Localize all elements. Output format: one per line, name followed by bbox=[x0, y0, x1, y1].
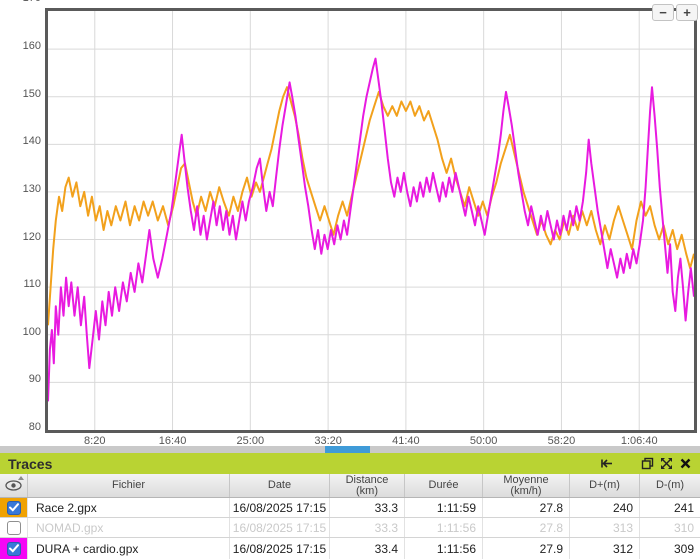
y-axis-label: 170 bbox=[0, 0, 41, 4]
scrollbar-thumb[interactable] bbox=[325, 446, 370, 453]
dminus-cell: 309 bbox=[640, 538, 700, 559]
table-row[interactable]: DURA + cardio.gpx 16/08/2025 17:15 33.4 … bbox=[0, 538, 700, 559]
distance-cell: 33.4 bbox=[330, 538, 405, 559]
duration-cell: 1:11:56 bbox=[405, 538, 483, 559]
distance-cell: 33.3 bbox=[330, 518, 405, 537]
checkmark-icon bbox=[9, 544, 19, 553]
file-name-cell: Race 2.gpx bbox=[28, 498, 230, 517]
zoom-out-button[interactable]: − bbox=[652, 4, 674, 21]
column-header-file[interactable]: Fichier bbox=[28, 474, 230, 497]
trace-visibility-checkbox[interactable] bbox=[7, 501, 21, 515]
expand-icon[interactable] bbox=[660, 457, 673, 470]
distance-cell: 33.3 bbox=[330, 498, 405, 517]
sort-indicator-icon bbox=[18, 476, 24, 480]
y-axis-label: 90 bbox=[0, 373, 41, 385]
average-cell: 27.8 bbox=[483, 498, 570, 517]
traces-table: Fichier Date Distance(km) Durée Moyenne(… bbox=[0, 474, 700, 559]
y-axis-label: 80 bbox=[0, 421, 41, 433]
table-row[interactable]: Race 2.gpx 16/08/2025 17:15 33.3 1:11:59… bbox=[0, 498, 700, 518]
date-cell: 16/08/2025 17:15 bbox=[230, 538, 330, 559]
panel-controls bbox=[594, 457, 692, 470]
plot-area[interactable] bbox=[45, 8, 697, 433]
zoom-in-button[interactable]: + bbox=[676, 4, 698, 21]
y-axis-label: 120 bbox=[0, 231, 41, 243]
dminus-cell: 310 bbox=[640, 518, 700, 537]
column-header-dplus[interactable]: D+(m) bbox=[570, 474, 640, 497]
restore-window-icon[interactable] bbox=[641, 457, 654, 470]
trace-chart bbox=[48, 11, 694, 430]
date-cell: 16/08/2025 17:15 bbox=[230, 518, 330, 537]
dplus-cell: 313 bbox=[570, 518, 640, 537]
column-header-date[interactable]: Date bbox=[230, 474, 330, 497]
y-axis-label: 110 bbox=[0, 278, 41, 290]
chart-horizontal-scrollbar[interactable] bbox=[0, 446, 700, 453]
file-name-cell: NOMAD.gpx bbox=[28, 518, 230, 537]
checkmark-icon bbox=[9, 503, 19, 512]
y-axis-label: 150 bbox=[0, 88, 41, 100]
dplus-cell: 240 bbox=[570, 498, 640, 517]
column-header-distance[interactable]: Distance(km) bbox=[330, 474, 405, 497]
trace-line-dura-cardio-gpx bbox=[48, 59, 694, 402]
chart-panel: − + 17016015014013012011010090808:2016:4… bbox=[0, 0, 700, 446]
duration-cell: 1:11:56 bbox=[405, 518, 483, 537]
visibility-column-header[interactable] bbox=[0, 474, 28, 497]
trace-visibility-checkbox[interactable] bbox=[7, 521, 21, 535]
trace-visibility-checkbox[interactable] bbox=[7, 542, 21, 556]
dminus-cell: 241 bbox=[640, 498, 700, 517]
file-name-cell: DURA + cardio.gpx bbox=[28, 538, 230, 559]
y-axis-label: 160 bbox=[0, 40, 41, 52]
close-icon[interactable] bbox=[679, 457, 692, 470]
trace-color-cell bbox=[0, 538, 28, 559]
column-header-dminus[interactable]: D-(m) bbox=[640, 474, 700, 497]
average-cell: 27.8 bbox=[483, 518, 570, 537]
trace-color-cell bbox=[0, 518, 28, 537]
y-axis-label: 100 bbox=[0, 326, 41, 338]
panel-title: Traces bbox=[8, 456, 52, 472]
eye-icon bbox=[5, 480, 22, 491]
traces-panel-header: Traces bbox=[0, 453, 700, 474]
table-row[interactable]: NOMAD.gpx 16/08/2025 17:15 33.3 1:11:56 … bbox=[0, 518, 700, 538]
duration-cell: 1:11:59 bbox=[405, 498, 483, 517]
column-header-average[interactable]: Moyenne(km/h) bbox=[483, 474, 570, 497]
dplus-cell: 312 bbox=[570, 538, 640, 559]
collapse-left-icon[interactable] bbox=[600, 457, 613, 470]
average-cell: 27.9 bbox=[483, 538, 570, 559]
chart-zoom-controls: − + bbox=[652, 4, 698, 21]
table-header-row: Fichier Date Distance(km) Durée Moyenne(… bbox=[0, 474, 700, 498]
trace-color-cell bbox=[0, 498, 28, 517]
column-header-duration[interactable]: Durée bbox=[405, 474, 483, 497]
y-axis-label: 130 bbox=[0, 183, 41, 195]
y-axis-label: 140 bbox=[0, 135, 41, 147]
date-cell: 16/08/2025 17:15 bbox=[230, 498, 330, 517]
